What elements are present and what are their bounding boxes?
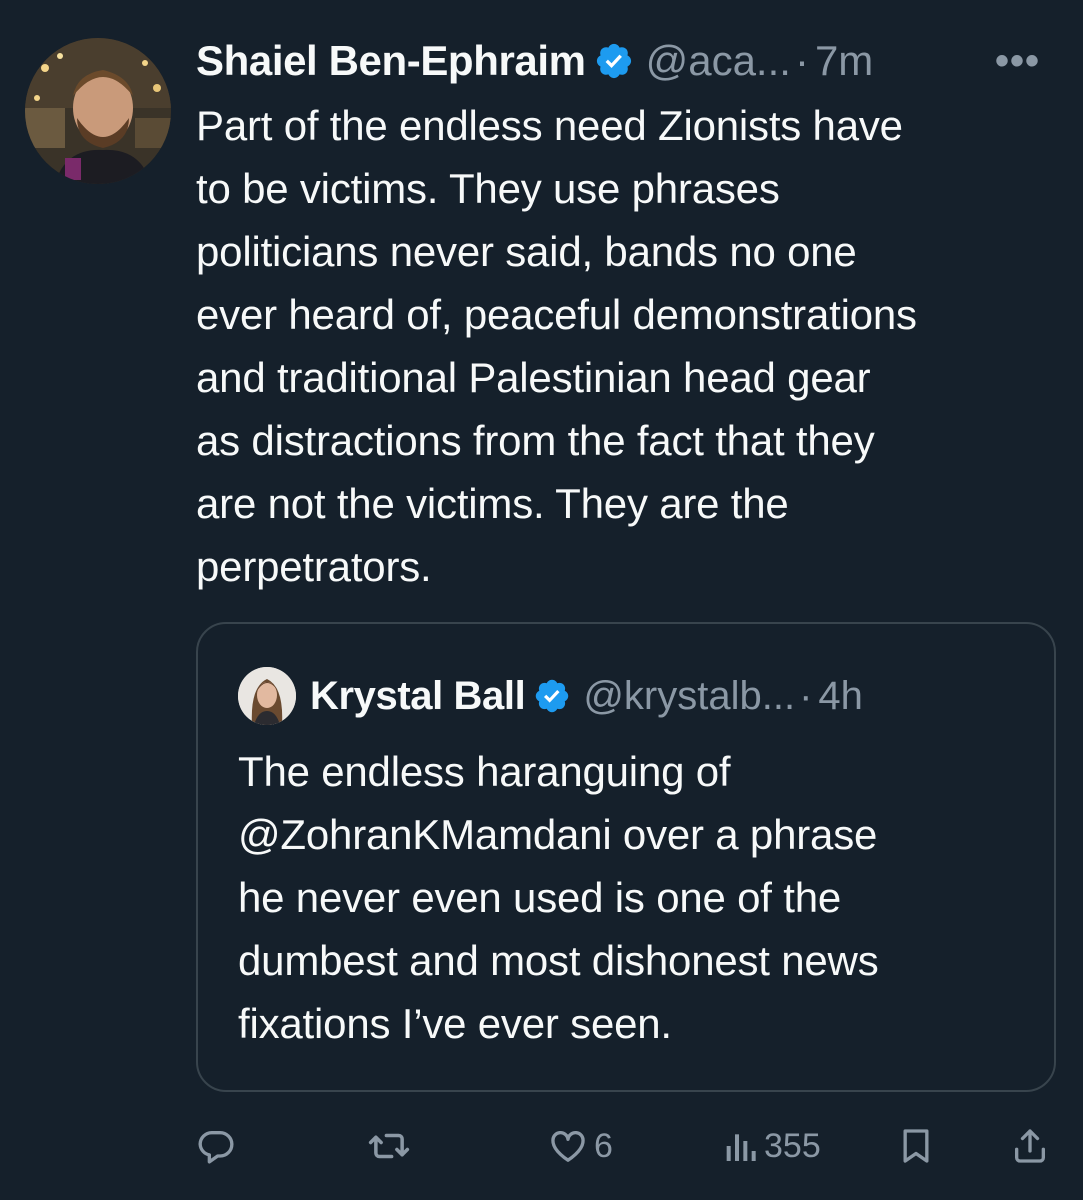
quoted-author-avatar[interactable] [238,667,296,725]
verified-badge-icon [594,41,634,81]
share-icon [1010,1126,1050,1166]
views-chart-icon [722,1126,758,1166]
quoted-author-handle[interactable]: @krystalb... [583,674,795,719]
action-bar: 6 355 [196,1118,1066,1174]
like-button[interactable]: 6 [548,1118,613,1174]
quoted-tweet-header: Krystal Ball @krystalb... · 4h [238,667,863,725]
verified-badge-icon [533,677,571,715]
more-options-icon[interactable]: ••• [995,34,1040,88]
views-count: 355 [764,1126,821,1165]
like-count: 6 [594,1126,613,1165]
tweet[interactable]: Shaiel Ben-Ephraim @aca... · 7m ••• Part… [0,0,1083,1200]
reply-icon [196,1126,236,1166]
separator-dot: · [794,37,809,84]
tweet-time[interactable]: 7m [815,34,873,88]
bookmark-icon [896,1126,936,1166]
views-button[interactable]: 355 [722,1118,821,1174]
quoted-tweet[interactable]: Krystal Ball @krystalb... · 4h The endle… [196,622,1056,1092]
share-button[interactable] [1010,1118,1050,1174]
retweet-icon [368,1125,410,1167]
reply-button[interactable] [196,1118,242,1174]
retweet-button[interactable] [368,1118,416,1174]
separator-dot: · [799,673,813,718]
bookmark-button[interactable] [896,1118,936,1174]
quoted-tweet-text: The endless haranguing of @ZohranKMamdan… [238,748,879,1047]
quoted-tweet-time[interactable]: 4h [818,674,863,719]
tweet-header: Shaiel Ben-Ephraim @aca... · 7m ••• [196,34,1066,88]
author-avatar[interactable] [25,38,171,184]
quoted-author-name[interactable]: Krystal Ball [310,674,526,719]
author-handle[interactable]: @aca... [646,34,791,88]
heart-icon [548,1126,588,1166]
tweet-text: Part of the endless need Zionists have t… [196,102,917,590]
author-name[interactable]: Shaiel Ben-Ephraim [196,34,586,88]
